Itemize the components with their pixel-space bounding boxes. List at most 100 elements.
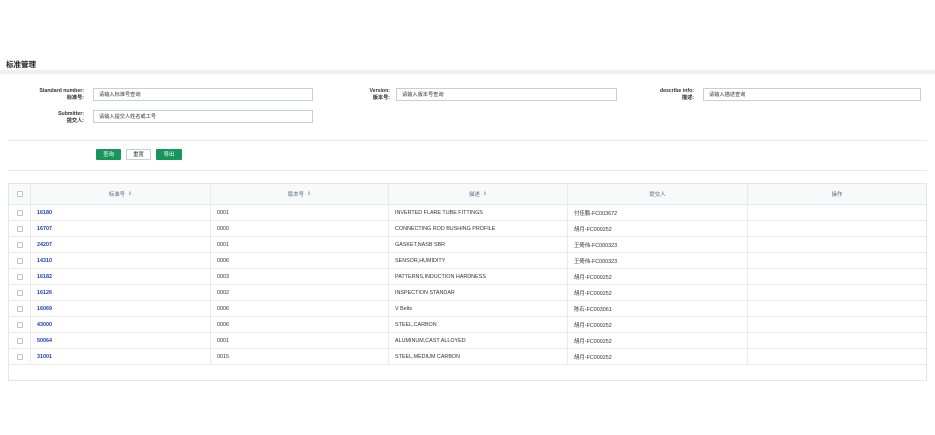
- standard-number-link[interactable]: 24207: [37, 242, 52, 248]
- standard-number-link[interactable]: 16126: [37, 290, 52, 296]
- cell-standard: 24207: [31, 237, 211, 252]
- cell-version: 0000: [211, 221, 389, 236]
- row-checkbox-cell: [9, 301, 31, 316]
- standard-number-link[interactable]: 14310: [37, 258, 52, 264]
- standard-number-input[interactable]: [93, 88, 313, 101]
- sort-icon[interactable]: ⇕: [307, 191, 311, 197]
- row-checkbox[interactable]: [16, 225, 23, 232]
- cell-describe: INSPECTION STANDAR: [389, 285, 568, 300]
- query-button[interactable]: 查询: [96, 149, 121, 160]
- version-input[interactable]: [396, 88, 617, 101]
- cell-actions: [748, 205, 926, 220]
- standard-number-link[interactable]: 16182: [37, 274, 52, 280]
- cell-standard: 16707: [31, 221, 211, 236]
- sort-icon[interactable]: ⇕: [483, 191, 487, 197]
- cell-standard: 31001: [31, 349, 211, 364]
- row-checkbox[interactable]: [16, 257, 23, 264]
- row-checkbox-cell: [9, 285, 31, 300]
- cell-actions: [748, 269, 926, 284]
- column-header-submitter: 提交人: [568, 184, 748, 204]
- column-header-version[interactable]: 版本号 ⇕: [211, 184, 389, 204]
- cell-describe: GASKET,NASB SBR: [389, 237, 568, 252]
- cell-describe: STEEL,CARBON: [389, 317, 568, 332]
- column-header-label: 描述: [469, 192, 480, 198]
- cell-actions: [748, 317, 926, 332]
- column-header-describe[interactable]: 描述 ⇕: [389, 184, 568, 204]
- describe-input[interactable]: [703, 88, 921, 101]
- column-header-label: 版本号: [287, 192, 304, 198]
- row-checkbox[interactable]: [16, 305, 23, 312]
- cell-describe: V Belts: [389, 301, 568, 316]
- cell-version: 0002: [211, 285, 389, 300]
- cell-version: 0006: [211, 253, 389, 268]
- row-checkbox[interactable]: [16, 241, 23, 248]
- table-row: 16126 0002 INSPECTION STANDAR 胡月-FC000252: [9, 285, 926, 301]
- column-header-label: 标准号: [108, 192, 125, 198]
- header-checkbox-cell: [9, 184, 31, 204]
- column-header-standard[interactable]: 标准号 ⇕: [31, 184, 211, 204]
- version-label: Version: 版本号:: [330, 88, 390, 101]
- select-all-checkbox[interactable]: [16, 191, 23, 197]
- standards-table: 标准号 ⇕ 版本号 ⇕ 描述 ⇕ 提交人 操作 16180 0001 INVERTE…: [8, 183, 927, 381]
- buttons-divider: [8, 170, 927, 171]
- cell-version: 0001: [211, 237, 389, 252]
- cell-version: 0003: [211, 269, 389, 284]
- cell-actions: [748, 333, 926, 348]
- table-row: 16707 0000 CONNECTING ROD BUSHING PROFILE 胡…: [9, 221, 926, 237]
- cell-submitter: 胡月-FC000252: [568, 285, 748, 300]
- cell-submitter: 胡月-FC000252: [568, 349, 748, 364]
- standard-number-link[interactable]: 43000: [37, 322, 52, 328]
- row-checkbox[interactable]: [16, 289, 23, 296]
- standard-number-label-cn: 标准号:: [66, 94, 84, 101]
- cell-standard: 16180: [31, 205, 211, 220]
- reset-button[interactable]: 重置: [126, 149, 151, 160]
- row-checkbox-cell: [9, 237, 31, 252]
- column-header-label: 提交人: [649, 192, 666, 198]
- table-row: 16180 0001 INVERTED FLARE TUBE FITTINGS 付佳鹏…: [9, 205, 926, 221]
- cell-describe: INVERTED FLARE TUBE FITTINGS: [389, 205, 568, 220]
- cell-version: 0015: [211, 349, 389, 364]
- standard-number-link[interactable]: 31001: [37, 354, 52, 360]
- cell-submitter: 胡月-FC000252: [568, 269, 748, 284]
- cell-describe: STEEL,MEDIUM CARBON: [389, 349, 568, 364]
- row-checkbox-cell: [9, 333, 31, 348]
- row-checkbox[interactable]: [16, 337, 23, 344]
- table-row: 24207 0001 GASKET,NASB SBR 王倚伟-FC000323: [9, 237, 926, 253]
- standard-number-link[interactable]: 16180: [37, 210, 52, 216]
- cell-version: 0006: [211, 317, 389, 332]
- cell-submitter: 王倚伟-FC000323: [568, 253, 748, 268]
- cell-describe: ALUMINUM,CAST ALLOYED: [389, 333, 568, 348]
- export-button[interactable]: 导出: [156, 149, 182, 160]
- cell-actions: [748, 237, 926, 252]
- cell-submitter: 胡月-FC000252: [568, 333, 748, 348]
- standard-number-link[interactable]: 16707: [37, 226, 52, 232]
- submitter-input[interactable]: [93, 110, 313, 123]
- submitter-label-cn: 提交人:: [66, 117, 84, 124]
- cell-standard: 16182: [31, 269, 211, 284]
- row-checkbox[interactable]: [16, 209, 23, 216]
- standard-number-link[interactable]: 50064: [37, 338, 52, 344]
- row-checkbox[interactable]: [16, 353, 23, 360]
- cell-describe: PATTERNS,INDUCTION HARDNESS: [389, 269, 568, 284]
- cell-submitter: 王倚伟-FC000323: [568, 237, 748, 252]
- cell-actions: [748, 221, 926, 236]
- table-row: 16069 0006 V Belts 陈石-FC003061: [9, 301, 926, 317]
- sort-icon[interactable]: ⇕: [128, 191, 132, 197]
- submitter-label: Submitter: 提交人:: [20, 111, 84, 124]
- row-checkbox[interactable]: [16, 273, 23, 280]
- row-checkbox-cell: [9, 205, 31, 220]
- row-checkbox-cell: [9, 317, 31, 332]
- cell-standard: 16069: [31, 301, 211, 316]
- standard-number-link[interactable]: 16069: [37, 306, 52, 312]
- row-checkbox[interactable]: [16, 321, 23, 328]
- cell-actions: [748, 285, 926, 300]
- cell-submitter: 陈石-FC003061: [568, 301, 748, 316]
- cell-version: 0001: [211, 205, 389, 220]
- cell-submitter: 胡月-FC000252: [568, 317, 748, 332]
- table-row: 43000 0006 STEEL,CARBON 胡月-FC000252: [9, 317, 926, 333]
- cell-standard: 50064: [31, 333, 211, 348]
- standard-number-label: Standard number: 标准号:: [20, 88, 84, 101]
- cell-standard: 16126: [31, 285, 211, 300]
- cell-describe: CONNECTING ROD BUSHING PROFILE: [389, 221, 568, 236]
- row-checkbox-cell: [9, 269, 31, 284]
